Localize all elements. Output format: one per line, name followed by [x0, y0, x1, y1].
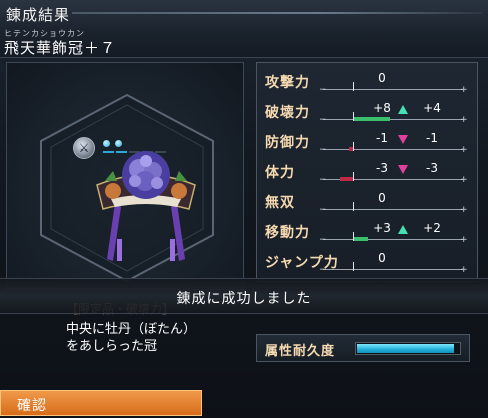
minus-tick: − [319, 235, 327, 245]
stat-value: 0 [378, 191, 386, 205]
stat-fill [354, 237, 368, 241]
stat-label: 移動力 [265, 225, 310, 241]
slot-filled-icon [103, 140, 110, 147]
item-name: 飛天華飾冠＋７ [4, 39, 117, 57]
success-message: 錬成に成功しました [176, 291, 312, 307]
durability-fill [357, 344, 454, 353]
stats-panel: 攻撃力 − +0 破壊力 − + +8 +4 防御力 − + -1 -1 体力 − + -3 -3 無双 − +0 移動力… [256, 62, 478, 282]
stat-track [323, 239, 463, 240]
arrow-down-icon [398, 135, 408, 144]
stat-label: 体力 [265, 165, 295, 181]
stat-row: 体力 − + -3 -3 [257, 157, 479, 185]
plus-tick: + [460, 145, 468, 155]
stat-center-mark [353, 262, 354, 271]
slot-filled-icon [115, 140, 122, 147]
stat-row: 破壊力 − + +8 +4 [257, 97, 479, 125]
success-banner: 錬成に成功しました [0, 278, 488, 314]
plus-tick: + [460, 85, 468, 95]
minus-tick: − [319, 85, 327, 95]
stat-label: 防御力 [265, 135, 310, 151]
minus-tick: − [319, 115, 327, 125]
stat-track [323, 149, 463, 150]
stat-value: 0 [378, 71, 386, 85]
plus-tick: + [460, 175, 468, 185]
stat-row: ジャンプ力 − +0 [257, 247, 479, 275]
crown-ornament-icon [96, 151, 196, 261]
stat-track [323, 119, 463, 120]
stat-value: -3 [376, 161, 388, 175]
header: 錬成結果 ヒテンカショウカン 飛天華飾冠＋７ [0, 0, 488, 58]
arrow-down-icon [398, 165, 408, 174]
stat-value: -1 [376, 131, 388, 145]
stat-center-mark [353, 82, 354, 91]
forge-result-screen: 錬成結果 ヒテンカショウカン 飛天華飾冠＋７ ⚔ 攻撃力 − + 0 破壊力 −… [0, 0, 488, 418]
minus-tick: − [319, 175, 327, 185]
plus-tick: + [460, 115, 468, 125]
stat-row: 防御力 − + -1 -1 [257, 127, 479, 155]
description-line: をあしらった冠 [66, 339, 158, 354]
stat-center-mark [353, 172, 354, 181]
stat-new-value: -1 [426, 131, 438, 145]
minus-tick: − [319, 205, 327, 215]
confirm-label: 確認 [17, 398, 47, 414]
stat-value: +8 [373, 101, 391, 115]
stat-fill [339, 177, 353, 181]
confirm-button[interactable]: 確認 [0, 390, 202, 416]
stat-label: 攻撃力 [265, 75, 310, 91]
durability-bar [355, 342, 461, 355]
stat-center-mark [353, 142, 354, 151]
stat-value: +3 [373, 221, 391, 235]
stat-track [323, 209, 463, 210]
stat-fill [348, 147, 353, 151]
plus-tick: + [460, 235, 468, 245]
stat-label: 無双 [265, 195, 295, 211]
stat-fill [354, 117, 390, 121]
plus-tick: + [460, 265, 468, 275]
minus-tick: − [319, 145, 327, 155]
stat-label: 破壊力 [265, 105, 310, 121]
stat-new-value: +2 [423, 221, 441, 235]
plus-tick: + [460, 205, 468, 215]
stat-track [323, 269, 463, 270]
stat-row: 攻撃力 − +0 [257, 67, 479, 95]
stat-row: 移動力 − + +3 +2 [257, 217, 479, 245]
stat-track [323, 89, 463, 90]
stat-value: 0 [378, 251, 386, 265]
screen-title: 錬成結果 [6, 6, 71, 24]
arrow-up-icon [398, 225, 408, 234]
stat-center-mark [353, 202, 354, 211]
stat-row: 無双 − +0 [257, 187, 479, 215]
arrow-up-icon [398, 105, 408, 114]
header-divider [72, 12, 482, 14]
durability-label: 属性耐久度 [265, 344, 336, 359]
stat-new-value: +4 [423, 101, 441, 115]
durability-panel: 属性耐久度 [256, 334, 470, 362]
minus-tick: − [319, 265, 327, 275]
stat-new-value: -3 [426, 161, 438, 175]
item-panel: ⚔ [6, 62, 244, 290]
